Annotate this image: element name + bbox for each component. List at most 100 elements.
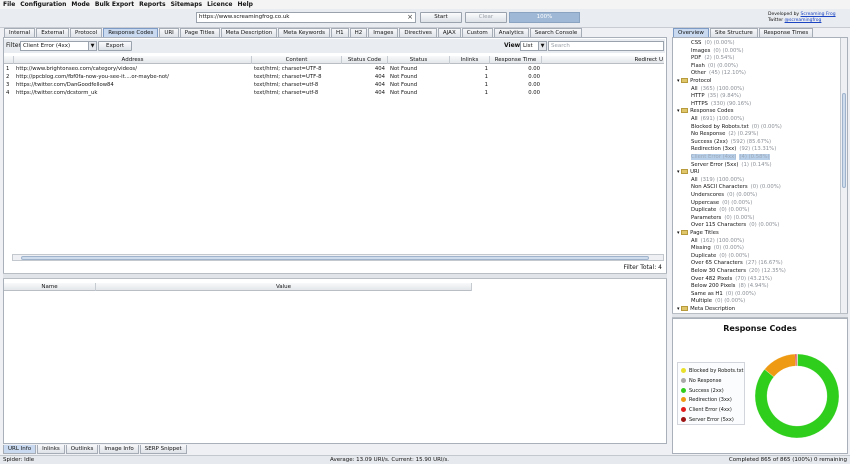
tab-h2[interactable]: H2 [349,28,368,37]
url-input[interactable]: https://www.screamingfrog.co.uk × [196,12,416,23]
column-name[interactable]: Name [4,283,96,291]
tree-item[interactable]: Redirection (3xx) (92) (13.31%) [691,146,776,154]
legend-item: Success (2xx) [681,387,724,395]
tree-folder[interactable]: ▾ Protocol [677,78,711,86]
column-status[interactable]: Status [388,56,450,64]
tree-item[interactable]: Duplicate (0) (0.00%) [691,253,749,261]
tree-folder[interactable]: ▾ Response Codes [677,108,734,116]
bottom-tab-url-info[interactable]: URL Info [3,445,37,454]
tree-item[interactable]: PDF (2) (0.54%) [691,55,734,63]
menu-help[interactable]: Help [238,1,253,8]
chart-legend: Blocked by Robots.txt No Response Success … [677,362,745,425]
menu-licence[interactable]: Licence [207,1,232,8]
table-row[interactable]: 2 http://ppcblog.com/fbf0fa-now-you-see-i… [4,73,664,81]
column-inlinks[interactable]: Inlinks [450,56,490,64]
scrollbar-thumb[interactable] [21,256,649,260]
tree-item[interactable]: Client Error (4xx) (4) (0.58%) [691,154,770,162]
tree-item[interactable]: Over 482 Pixels (70) (43.21%) [691,276,772,284]
column-redirect-uri[interactable]: Redirect U [542,56,664,64]
tree-item[interactable]: Below 200 Pixels (8) (4.94%) [691,283,769,291]
tree-item[interactable]: Flash (0) (0.00%) [691,63,738,71]
tab-protocol[interactable]: Protocol [70,28,103,37]
tree-item[interactable]: All (162) (100.00%) [691,238,744,246]
view-select[interactable]: List ▼ [520,41,547,51]
menu-reports[interactable]: Reports [139,1,166,8]
tree-item[interactable]: CSS (0) (0.00%) [691,40,735,48]
vertical-scrollbar[interactable] [840,38,847,313]
tree-item[interactable]: All (691) (100.00%) [691,116,744,124]
tree-item[interactable]: Missing (0) (0.00%) [691,245,744,253]
tree-folder[interactable]: ▾ Page Titles [677,230,719,238]
column-address[interactable]: Address [14,56,252,64]
scrollbar-thumb[interactable] [842,93,846,188]
tree-item[interactable]: No Response (2) (0.29%) [691,131,758,139]
tab-custom[interactable]: Custom [461,28,493,37]
tab-images[interactable]: Images [368,28,399,37]
table-row[interactable]: 3 https://twitter.com/DanGoodfellow84 text… [4,81,664,89]
clear-button[interactable]: Clear [465,12,507,23]
tab-internal[interactable]: Internal [4,28,36,37]
filter-select[interactable]: Client Error (4xx) ▼ [20,41,97,51]
tree-item-count: (92) (13.31%) [739,146,777,153]
panel-splitter[interactable] [3,273,667,279]
menu-mode[interactable]: Mode [71,1,89,8]
right-tab-response-times[interactable]: Response Times [758,28,814,37]
column-content[interactable]: Content [252,56,342,64]
tree-item[interactable]: All (319) (100.00%) [691,177,744,185]
tree-item[interactable]: Parameters (0) (0.00%) [691,215,754,223]
bottom-tab-image-info[interactable]: Image Info [99,445,139,454]
tab-search-console[interactable]: Search Console [529,28,583,37]
tree-item[interactable]: Blocked by Robots.txt (0) (0.00%) [691,124,782,132]
tree-item[interactable]: Uppercase (0) (0.00%) [691,200,752,208]
tab-page-titles[interactable]: Page Titles [179,28,220,37]
menu-configuration[interactable]: Configuration [20,1,66,8]
tree-item[interactable]: Success (2xx) (592) (85.67%) [691,139,771,147]
tab-meta-keywords[interactable]: Meta Keywords [278,28,331,37]
right-tab-site-structure[interactable]: Site Structure [709,28,758,37]
bottom-tab-serp-snippet[interactable]: SERP Snippet [139,445,187,454]
tree-item[interactable]: Duplicate (0) (0.00%) [691,207,749,215]
tab-ajax[interactable]: AJAX [437,28,461,37]
tree-item[interactable]: All (365) (100.00%) [691,86,744,94]
tree-item[interactable]: Underscores (0) (0.00%) [691,192,757,200]
search-input[interactable]: Search [548,41,664,51]
tab-analytics[interactable]: Analytics [493,28,529,37]
tab-meta-description[interactable]: Meta Description [220,28,278,37]
table-row[interactable]: 1 http://www.brightonseo.com/category/vid… [4,65,664,73]
bottom-tab-outlinks[interactable]: Outlinks [65,445,99,454]
menu-file[interactable]: File [3,1,15,8]
tree-item[interactable]: Images (0) (0.00%) [691,48,744,56]
tree-item[interactable]: Server Error (5xx) (1) (0.14%) [691,162,772,170]
tree-item[interactable]: HTTPS (330) (90.16%) [691,101,751,109]
menu-bulk-export[interactable]: Bulk Export [95,1,134,8]
screaming-frog-link[interactable]: Screaming Frog [801,12,836,17]
tab-external[interactable]: External [36,28,70,37]
tree-item[interactable]: Over 115 Characters (0) (0.00%) [691,222,779,230]
tree-item[interactable]: Multiple (0) (0.00%) [691,298,745,306]
tab-response-codes[interactable]: Response Codes [103,28,159,37]
table-row[interactable]: 4 https://twitter.com/dcstorm_uk text/html… [4,89,664,97]
tab-directives[interactable]: Directives [399,28,437,37]
tree-item[interactable]: Same as H1 (0) (0.00%) [691,291,756,299]
tree-item[interactable]: HTTP (35) (9.84%) [691,93,741,101]
tree-item[interactable]: Below 30 Characters (20) (12.35%) [691,268,786,276]
twitter-link[interactable]: @screamingfrog [785,18,822,23]
menu-sitemaps[interactable]: Sitemaps [171,1,202,8]
bottom-tab-inlinks[interactable]: Inlinks [37,445,65,454]
tree-item[interactable]: Over 65 Characters (27) (16.67%) [691,260,783,268]
tree-item[interactable]: Other (45) (12.10%) [691,70,746,78]
tab-h1[interactable]: H1 [331,28,349,37]
tree-folder[interactable]: ▾ URI [677,169,699,177]
tab-uri[interactable]: URI [159,28,179,37]
column-status-code[interactable]: Status Code [342,56,388,64]
start-button[interactable]: Start [420,12,462,23]
tree-item[interactable]: Non ASCII Characters (0) (0.00%) [691,184,781,192]
tree-item-count: (0) (0.00%) [704,40,735,46]
export-button[interactable]: Export [98,41,132,51]
column-response-time[interactable]: Response Time [490,56,542,64]
clear-url-icon[interactable]: × [407,13,413,22]
column-value[interactable]: Value [96,283,472,291]
horizontal-scrollbar[interactable] [12,254,664,261]
right-tab-overview[interactable]: Overview [673,28,709,37]
crawl-rate: Average: 13.09 URI/s. Current: 15.90 URI… [330,457,450,463]
